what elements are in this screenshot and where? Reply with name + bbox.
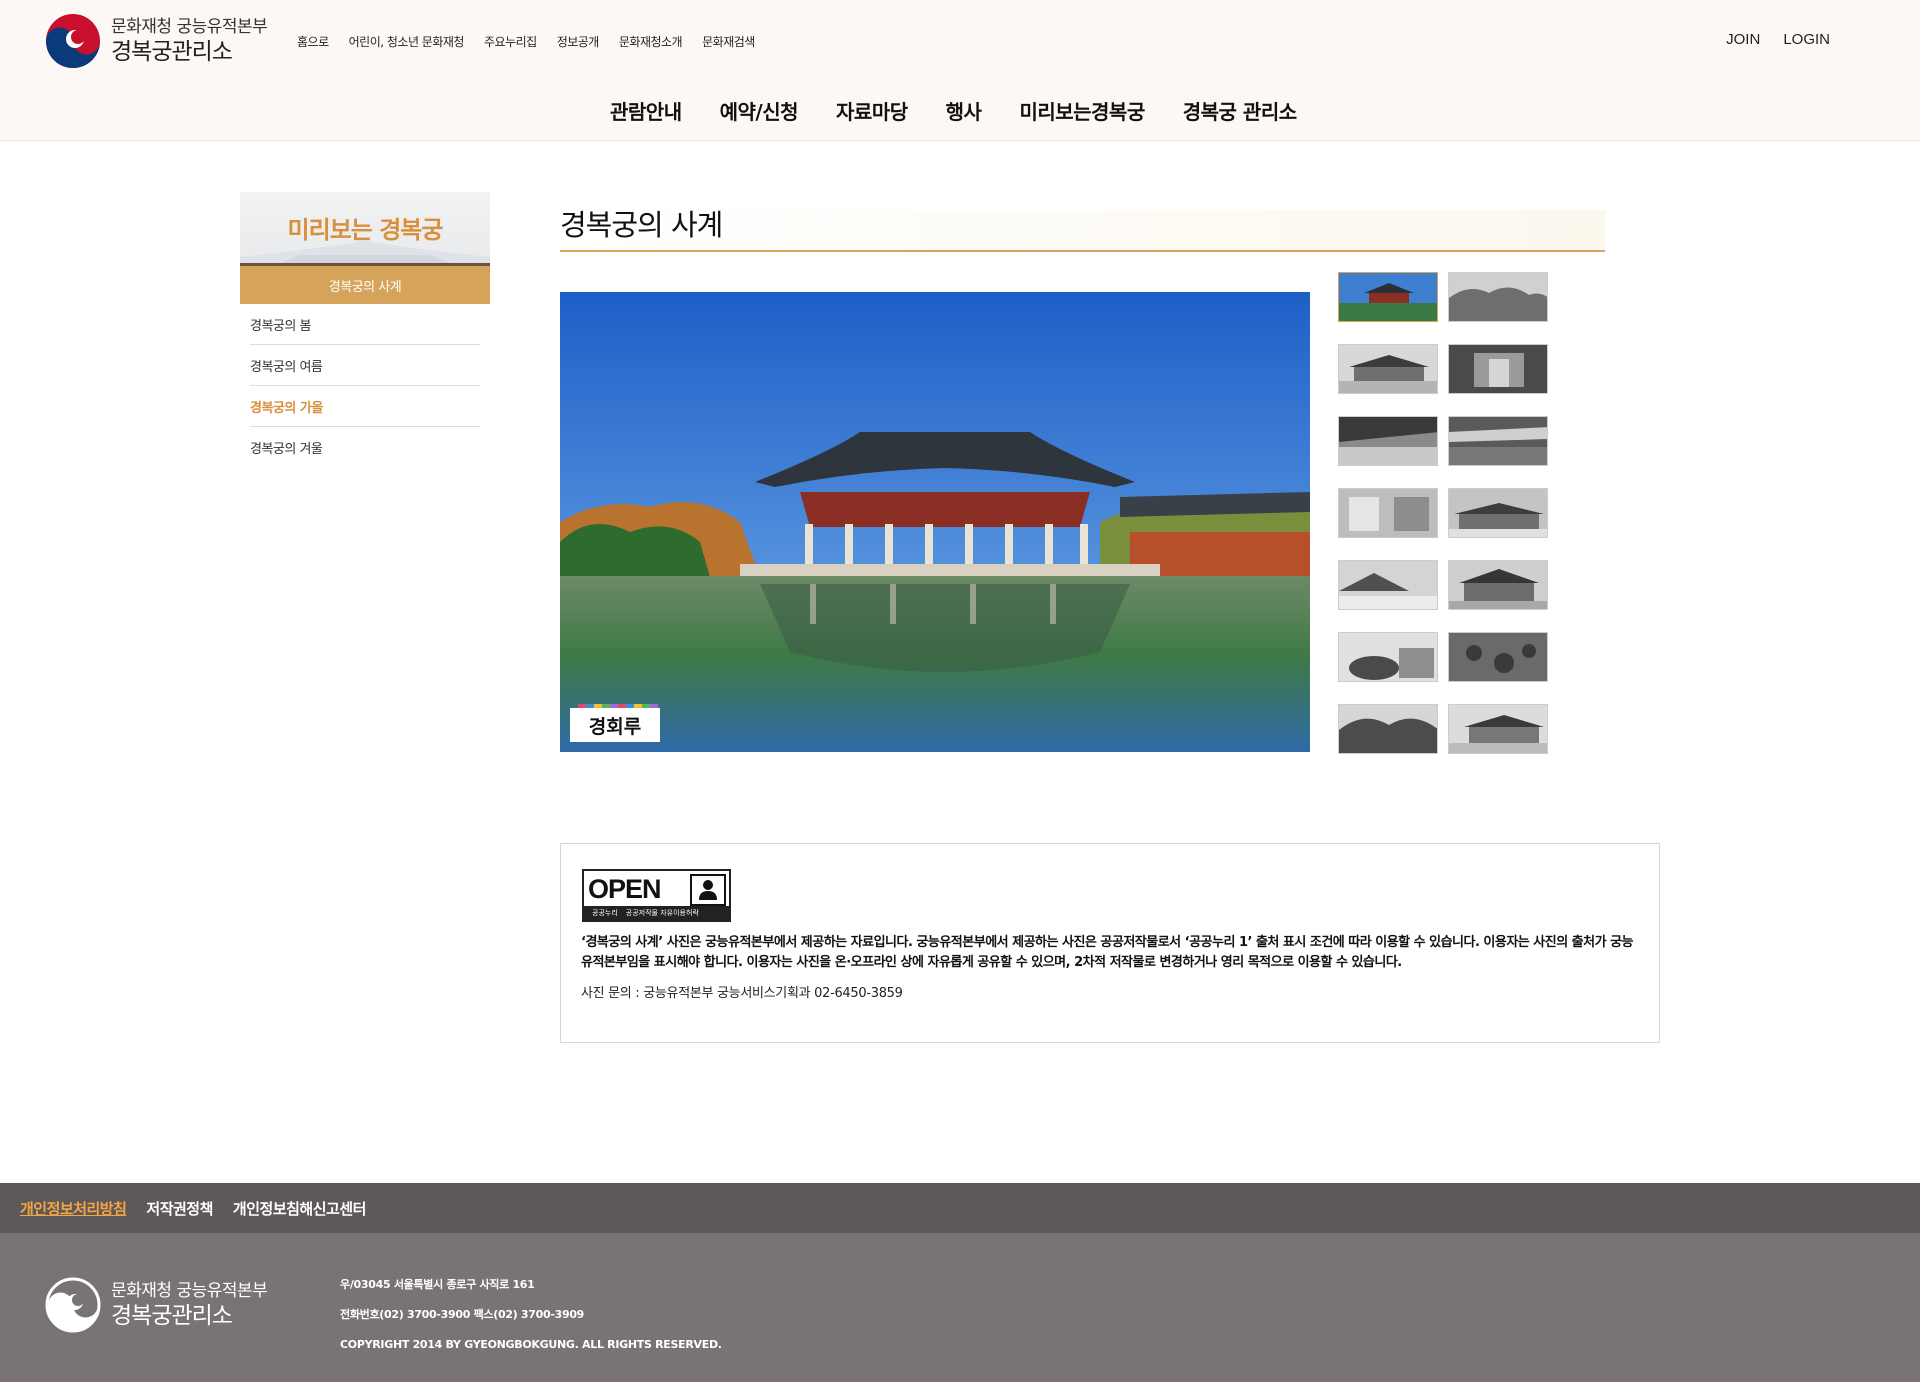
sidebar-section-label: 경복궁의 사계 (328, 279, 402, 295)
util-link-disclosure[interactable]: 정보공개 (557, 33, 600, 50)
sidebar-item-summer[interactable]: 경복궁의 여름 (250, 345, 480, 386)
nav-item-reservation[interactable]: 예약/신청 (720, 96, 799, 125)
thumbnail-4[interactable] (1448, 344, 1548, 394)
footer-logo: 문화재청 궁능유적본부 경복궁관리소 (45, 1277, 268, 1333)
sidebar-item-label[interactable]: 경복궁의 봄 (250, 315, 311, 334)
footer-link-bar: 개인정보처리방침 저작권정책 개인정보침해신고센터 (0, 1183, 1920, 1233)
thumbnail-12[interactable] (1448, 632, 1548, 682)
logo-org-line1: 문화재청 궁능유적본부 (111, 17, 268, 37)
nav-item-resources[interactable]: 자료마당 (836, 96, 908, 125)
gyeonghoeru-photo (560, 292, 1310, 752)
nav-item-events[interactable]: 행사 (946, 96, 982, 125)
util-link-search[interactable]: 문화재검색 (702, 33, 755, 50)
nav-item-visit-info[interactable]: 관람안내 (610, 96, 682, 125)
sidebar-item-winter[interactable]: 경복궁의 겨울 (250, 427, 480, 468)
util-link-about[interactable]: 문화재청소개 (619, 33, 683, 50)
page-title: 경복궁의 사계 (560, 208, 723, 242)
privacy-policy-link[interactable]: 개인정보처리방침 (20, 1198, 127, 1219)
site-header: 문화재청 궁능유적본부 경복궁관리소 홈으로 어린이, 청소년 문화재청 주요누… (0, 0, 1920, 141)
sidebar-item-spring[interactable]: 경복궁의 봄 (250, 304, 480, 345)
attribution-person-icon (690, 874, 726, 906)
photo-caption-text: 경회루 (588, 715, 642, 738)
thumbnail-10[interactable] (1448, 560, 1548, 610)
thumbnail-1[interactable] (1338, 272, 1438, 322)
copyright-policy-link[interactable]: 저작권정책 (146, 1198, 213, 1219)
thumbnail-8[interactable] (1448, 488, 1548, 538)
kogl-label: 공공누리 (592, 909, 618, 917)
sidebar-section-active[interactable]: 경복궁의 사계 (240, 263, 490, 304)
footer-phone: 전화번호(02) 3700-3900 팩스(02) 3700-3909 (340, 1308, 585, 1321)
sidebar-title: 미리보는 경복궁 (287, 216, 444, 244)
kogl-open-text: OPEN (588, 874, 662, 904)
sidebar-item-label[interactable]: 경복궁의 가을 (250, 397, 323, 416)
sidebar-item-autumn[interactable]: 경복궁의 가을 (250, 386, 480, 427)
thumbnail-9[interactable] (1338, 560, 1438, 610)
footer-org-line1: 문화재청 궁능유적본부 (111, 1281, 268, 1301)
license-contact-text: 사진 문의 : 궁능유적본부 궁능서비스기획과 02-6450-3859 (581, 986, 903, 1001)
util-link-portals[interactable]: 주요누리집 (484, 33, 537, 50)
thumbnail-6[interactable] (1448, 416, 1548, 466)
thumbnail-11[interactable] (1338, 632, 1438, 682)
main-photo: 경회루 (560, 292, 1310, 752)
footer-info: 우/03045 서울특별시 종로구 사직로 161 전화번호(02) 3700-… (340, 1270, 722, 1360)
thumbnail-5[interactable] (1338, 416, 1438, 466)
kogl-open-badge: OPEN 공공누리 공공저작물 자유이용허락 (582, 869, 731, 922)
nav-item-preview[interactable]: 미리보는경복궁 (1019, 96, 1145, 125)
sidebar-list: 경복궁의 봄 경복궁의 여름 경복궁의 가을 경복궁의 겨울 (240, 304, 490, 468)
footer-org-line2: 경복궁관리소 (111, 1303, 233, 1329)
privacy-report-link[interactable]: 개인정보침해신고센터 (233, 1198, 367, 1219)
thumbnail-2[interactable] (1448, 272, 1548, 322)
sidebar-item-label[interactable]: 경복궁의 여름 (250, 356, 323, 375)
photo-caption: 경회루 (570, 704, 660, 742)
sidebar-header: 미리보는 경복궁 (240, 192, 490, 263)
logo-org-line2: 경복궁관리소 (111, 39, 233, 65)
taegeuk-logo-white-icon (45, 1277, 101, 1333)
license-notice-box: OPEN 공공누리 공공저작물 자유이용허락 ‘경복궁의 사계’ 사진은 궁능유… (560, 843, 1660, 1043)
dancheong-strip-icon (578, 704, 658, 708)
taegeuk-logo-icon (45, 13, 101, 69)
kogl-open-caption: 공공누리 공공저작물 자유이용허락 (584, 906, 729, 920)
thumbnail-grid (1338, 272, 1548, 754)
footer-copyright: COPYRIGHT 2014 BY GYEONGBOKGUNG. ALL RIG… (340, 1338, 722, 1351)
login-link[interactable]: LOGIN (1783, 31, 1830, 48)
utility-nav: 홈으로 어린이, 청소년 문화재청 주요누리집 정보공개 문화재청소개 문화재검… (297, 33, 755, 50)
util-link-home[interactable]: 홈으로 (297, 33, 329, 50)
kogl-desc: 공공저작물 자유이용허락 (625, 909, 699, 917)
site-logo[interactable]: 문화재청 궁능유적본부 경복궁관리소 (45, 13, 268, 69)
sidebar-item-label[interactable]: 경복궁의 겨울 (250, 438, 323, 457)
thumbnail-7[interactable] (1338, 488, 1438, 538)
thumbnail-3[interactable] (1338, 344, 1438, 394)
thumbnail-14[interactable] (1448, 704, 1548, 754)
thumbnail-13[interactable] (1338, 704, 1438, 754)
util-link-youth[interactable]: 어린이, 청소년 문화재청 (349, 33, 465, 50)
footer-address: 우/03045 서울특별시 종로구 사직로 161 (340, 1278, 535, 1291)
site-footer: 문화재청 궁능유적본부 경복궁관리소 우/03045 서울특별시 종로구 사직로… (0, 1233, 1920, 1382)
main-nav: 관람안내 예약/신청 자료마당 행사 미리보는경복궁 경복궁 관리소 (610, 96, 1297, 125)
sidebar: 미리보는 경복궁 경복궁의 사계 경복궁의 봄 경복궁의 여름 경복궁의 가을 … (240, 192, 490, 468)
auth-links: JOIN LOGIN (1726, 31, 1830, 48)
join-link[interactable]: JOIN (1726, 31, 1760, 48)
page-title-bar: 경복궁의 사계 (560, 210, 1605, 252)
license-notice-text: ‘경복궁의 사계’ 사진은 궁능유적본부에서 제공하는 자료입니다. 궁능유적본… (581, 935, 1634, 970)
nav-item-office[interactable]: 경복궁 관리소 (1183, 96, 1297, 125)
